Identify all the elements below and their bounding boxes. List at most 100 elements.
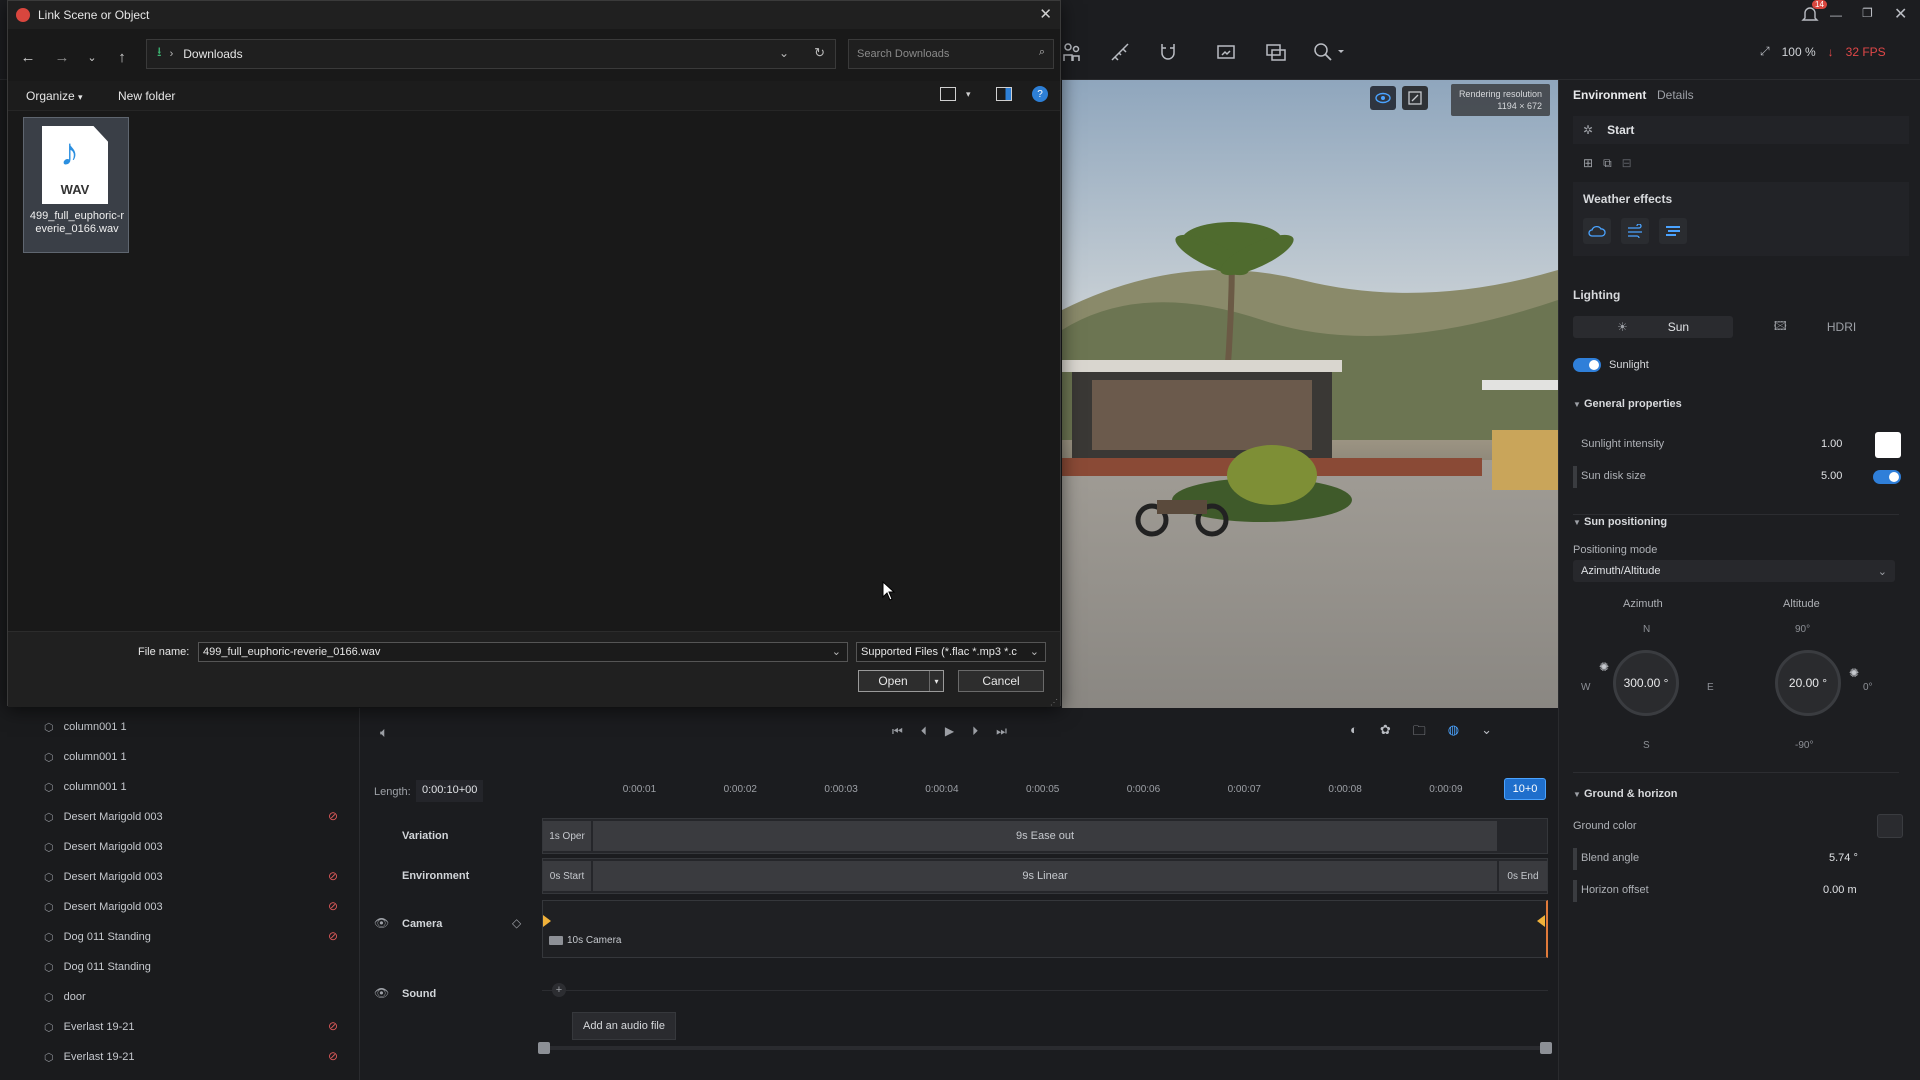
tab-details[interactable]: Details xyxy=(1657,88,1694,102)
sun-handle-icon[interactable]: ✺ xyxy=(1599,660,1609,674)
cloud-icon[interactable] xyxy=(1583,218,1611,244)
sunlight-intensity-row[interactable]: Sunlight intensity 1.00 xyxy=(1573,432,1903,458)
folder-icon[interactable]: 🗀︎ xyxy=(1413,722,1426,744)
hidden-eye-icon[interactable]: ⊘ xyxy=(328,1019,338,1033)
general-properties-header[interactable]: ▼ General properties xyxy=(1573,398,1682,410)
camera-track[interactable]: 10s Camera xyxy=(542,900,1548,958)
list-item[interactable]: ⬡ Desert Marigold 003 xyxy=(44,806,163,828)
file-item[interactable]: ♪ WAV 499_full_euphoric-reverie_0166.wav xyxy=(23,117,129,253)
view-dropdown-icon[interactable]: ▾ xyxy=(966,89,971,100)
ground-color-row[interactable]: Ground color xyxy=(1573,814,1903,838)
lighting-sun-tab[interactable]: ☀ Sun xyxy=(1573,316,1733,338)
hidden-eye-icon[interactable]: ⊘ xyxy=(328,809,338,823)
list-item[interactable]: ⬡ door xyxy=(44,986,86,1008)
add-preset-icon[interactable]: ⊞ xyxy=(1583,156,1593,170)
scroll-handle-end[interactable] xyxy=(1540,1042,1552,1054)
step-forward-icon[interactable]: ⏵︎ xyxy=(972,724,978,739)
back-arrow-icon[interactable]: ← xyxy=(16,45,40,69)
up-arrow-icon[interactable]: ↑ xyxy=(110,45,134,69)
sound-track[interactable] xyxy=(542,990,1548,991)
help-icon[interactable]: ? xyxy=(1032,86,1048,102)
visibility-eye-icon[interactable] xyxy=(1370,86,1396,110)
ground-horizon-header[interactable]: ▼ Ground & horizon xyxy=(1573,788,1677,800)
palette-icon[interactable]: ✿ xyxy=(1380,722,1391,744)
preview-pane-icon[interactable] xyxy=(996,87,1012,101)
file-type-select[interactable]: Supported Files (*.flac *.mp3 *.c ⌄ xyxy=(856,642,1046,662)
step-back-icon[interactable]: ⏴︎ xyxy=(921,724,927,739)
search-box[interactable]: Search Downloads ⌕ xyxy=(848,39,1054,69)
sunlight-intensity-value[interactable]: 1.00 xyxy=(1821,438,1842,450)
forward-arrow-icon[interactable]: → xyxy=(50,45,74,69)
volume-icon[interactable]: 🔈︎ xyxy=(380,724,388,741)
people-icon[interactable] xyxy=(1058,38,1086,66)
list-item[interactable]: ⬡ column001 1 xyxy=(44,776,127,798)
magnet-icon[interactable] xyxy=(1154,38,1182,66)
hidden-eye-icon[interactable]: ⊘ xyxy=(328,869,338,883)
notification-bell-icon[interactable]: 14 xyxy=(1800,0,1827,24)
list-item[interactable]: ⬡ Desert Marigold 003 xyxy=(44,896,163,918)
minimize-button[interactable]: — xyxy=(1830,8,1842,22)
environment-clip-end[interactable]: 0s End xyxy=(1499,861,1547,891)
add-keyframe-icon[interactable]: ◇ xyxy=(512,916,521,930)
list-item[interactable]: ⬡ Everlast 19-21 xyxy=(44,1046,135,1068)
gallery-icon[interactable] xyxy=(1262,38,1290,66)
open-button[interactable]: Open ▾ xyxy=(858,670,944,692)
sun-altitude-handle-icon[interactable]: ✺ xyxy=(1849,666,1859,680)
positioning-mode-select[interactable]: Azimuth/Altitude ⌄ xyxy=(1573,560,1895,582)
list-item[interactable]: ⬡ Everlast 19-21 xyxy=(44,1016,135,1038)
variation-track[interactable]: 1s Oper 9s Ease out xyxy=(542,818,1548,854)
horizon-offset-value[interactable]: 0.00 m xyxy=(1823,884,1857,896)
wind-icon[interactable] xyxy=(1621,218,1649,244)
organize-menu[interactable]: Organize ▾ xyxy=(26,89,83,103)
address-bar[interactable]: ⭳ › Downloads ⌄ ↻ xyxy=(146,39,836,69)
breadcrumb-downloads[interactable]: Downloads xyxy=(183,47,242,61)
zoom-tool-icon[interactable] xyxy=(1310,38,1350,66)
chevron-down-icon[interactable]: ⌄ xyxy=(832,645,841,658)
start-preset[interactable]: ✲ Start xyxy=(1573,116,1909,144)
length-value[interactable]: 0:00:10+00 xyxy=(416,780,484,802)
resize-grip-icon[interactable]: ⋰ xyxy=(1050,698,1058,707)
sun-disk-size-row[interactable]: Sun disk size 5.00 xyxy=(1573,466,1903,488)
camera-clip[interactable]: 10s Camera xyxy=(549,935,621,946)
dialog-close-button[interactable]: ✕ xyxy=(1039,5,1052,23)
tab-environment[interactable]: Environment xyxy=(1573,88,1646,102)
render-viewport[interactable]: Rendering resolution 1194 × 672 xyxy=(1062,80,1558,708)
hidden-eye-icon[interactable]: ⊘ xyxy=(328,1049,338,1063)
lighting-hdri-tab[interactable]: 🖾 HDRI xyxy=(1735,316,1895,338)
sun-disk-toggle[interactable] xyxy=(1873,470,1901,484)
fullscreen-icon[interactable] xyxy=(1402,86,1428,110)
environment-clip-linear[interactable]: 9s Linear xyxy=(593,861,1497,891)
camera-eye-icon[interactable]: 👁︎ xyxy=(374,916,389,930)
list-item[interactable]: ⬡ Dog 011 Standing xyxy=(44,926,151,948)
end-time-marker[interactable]: 10+0 xyxy=(1504,778,1546,800)
chevron-down-icon[interactable]: ⌄ xyxy=(1029,645,1039,658)
fog-icon[interactable] xyxy=(1659,218,1687,244)
sound-eye-icon[interactable]: 👁︎ xyxy=(374,986,389,1000)
hidden-eye-icon[interactable]: ⊘ xyxy=(328,929,338,943)
address-dropdown-icon[interactable]: ⌄ xyxy=(779,46,789,60)
blend-angle-row[interactable]: Blend angle 5.74 ° xyxy=(1573,848,1903,870)
list-item[interactable]: ⬡ column001 1 xyxy=(44,716,127,738)
screenshot-icon[interactable] xyxy=(1212,38,1240,66)
scroll-handle-start[interactable] xyxy=(538,1042,550,1054)
sun-disk-size-value[interactable]: 5.00 xyxy=(1821,470,1842,482)
environment-clip-start[interactable]: 0s Start xyxy=(543,861,591,891)
horizon-offset-row[interactable]: Horizon offset 0.00 m xyxy=(1573,880,1903,902)
measure-icon[interactable] xyxy=(1106,38,1134,66)
list-item[interactable]: ⬡ column001 1 xyxy=(44,746,127,768)
environment-track[interactable]: 0s Start 9s Linear 0s End xyxy=(542,858,1548,894)
sphere-icon[interactable]: ◐ xyxy=(1350,722,1358,744)
delete-preset-icon[interactable]: ⊟ xyxy=(1622,156,1632,170)
play-icon[interactable]: ▶︎ xyxy=(945,724,954,739)
chevron-down-icon[interactable]: ⌄ xyxy=(1481,722,1492,744)
file-name-input[interactable]: 499_full_euphoric-reverie_0166.wav ⌄ xyxy=(198,642,848,662)
recent-locations-icon[interactable]: ⌄ xyxy=(80,45,104,69)
dialog-titlebar[interactable]: Link Scene or Object ✕ xyxy=(8,1,1060,29)
sunlight-color-swatch[interactable] xyxy=(1875,432,1901,458)
duplicate-preset-icon[interactable]: ⧉ xyxy=(1603,156,1612,171)
list-item[interactable]: ⬡ Desert Marigold 003 xyxy=(44,836,163,858)
keyframe-start-icon[interactable] xyxy=(543,915,551,927)
restore-button[interactable]: ❐ xyxy=(1862,6,1873,20)
hidden-eye-icon[interactable]: ⊘ xyxy=(328,899,338,913)
altitude-dial[interactable]: 20.00 ° xyxy=(1775,650,1841,716)
